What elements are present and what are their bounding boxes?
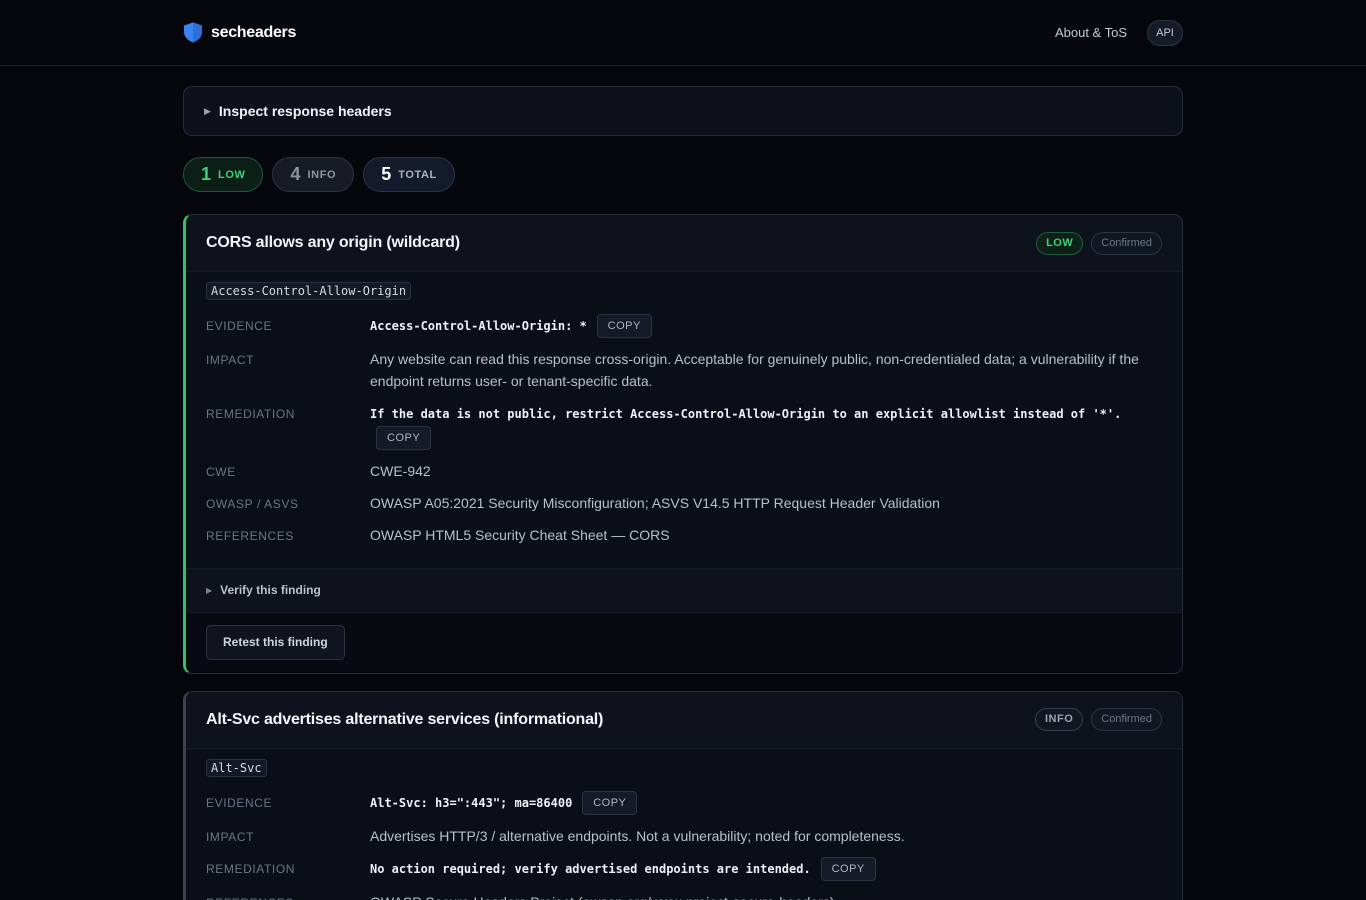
finding-card: Alt-Svc advertises alternative services … (183, 690, 1183, 900)
references-row: REFERENCES OWASP HTML5 Security Cheat Sh… (206, 524, 1162, 546)
remediation-value: If the data is not public, restrict Acce… (370, 402, 1162, 450)
finding-badges: INFO Confirmed (1034, 708, 1162, 732)
evidence-row: EVIDENCE Access-Control-Allow-Origin: * … (206, 314, 1162, 339)
copy-evidence-button[interactable]: COPY (596, 314, 652, 339)
api-button[interactable]: API (1147, 19, 1183, 46)
count-label: LOW (218, 168, 246, 181)
count-label: INFO (307, 168, 337, 181)
finding-card: CORS allows any origin (wildcard) LOW Co… (183, 214, 1183, 674)
severity-badge: LOW (1036, 231, 1084, 255)
header-name-tag: Access-Control-Allow-Origin (206, 282, 412, 300)
header-name-tag: Alt-Svc (206, 758, 267, 777)
count-total-pill[interactable]: 5 TOTAL (363, 157, 455, 192)
count-number: 1 (201, 164, 212, 184)
severity-counts: 1 LOW 4 INFO 5 TOTAL (183, 157, 1183, 192)
remediation-value: No action required; verify advertised en… (370, 857, 1162, 882)
references-row: REFERENCES OWASP Secure Headers Project … (206, 891, 1162, 900)
remediation-row: REMEDIATION No action required; verify a… (206, 857, 1162, 882)
inspect-headers-label: Inspect response headers (218, 103, 392, 119)
retest-footer: Retest this finding (186, 611, 1182, 673)
count-low-pill[interactable]: 1 LOW (183, 157, 264, 192)
references-link[interactable]: OWASP HTML5 Security Cheat Sheet — CORS (370, 524, 1162, 546)
finding-details: EVIDENCE Alt-Svc: h3=":443"; ma=86400 CO… (206, 790, 1162, 900)
caret-right-icon: ▶ (204, 105, 211, 116)
evidence-row: EVIDENCE Alt-Svc: h3=":443"; ma=86400 CO… (206, 790, 1162, 815)
remediation-text: If the data is not public, restrict Acce… (370, 407, 1122, 422)
references-label: REFERENCES (206, 891, 370, 900)
count-number: 5 (381, 164, 392, 184)
impact-text: Any website can read this response cross… (370, 351, 1139, 390)
about-tos-link[interactable]: About & ToS (1055, 25, 1127, 40)
cwe-row: CWE CWE-942 (206, 460, 1162, 482)
impact-row: IMPACT Any website can read this respons… (206, 348, 1162, 392)
count-label: TOTAL (398, 168, 437, 181)
finding-header: Alt-Svc advertises alternative services … (186, 691, 1182, 749)
evidence-label: EVIDENCE (206, 319, 273, 333)
impact-label: IMPACT (206, 353, 255, 368)
brand-name: secheaders (211, 23, 297, 41)
references-label: REFERENCES (206, 528, 295, 543)
caret-right-icon: ▶ (206, 585, 213, 595)
remediation-row: REMEDIATION If the data is not public, r… (206, 402, 1162, 450)
copy-evidence-button[interactable]: COPY (582, 790, 638, 815)
owasp-row: OWASP / ASVS OWASP A05:2021 Security Mis… (206, 492, 1162, 514)
top-nav: About & ToS API (1055, 19, 1183, 46)
finding-badges: LOW Confirmed (1036, 231, 1162, 255)
finding-header: CORS allows any origin (wildcard) LOW Co… (186, 215, 1182, 272)
copy-remediation-button[interactable]: COPY (820, 857, 876, 882)
finding-details: EVIDENCE Access-Control-Allow-Origin: * … (206, 314, 1162, 546)
evidence-text: Access-Control-Allow-Origin: * (370, 319, 587, 333)
finding-body: Alt-Svc EVIDENCE Alt-Svc: h3=":443"; ma=… (186, 749, 1182, 900)
retest-finding-button[interactable]: Retest this finding (206, 624, 345, 660)
impact-label: IMPACT (206, 829, 255, 844)
brand[interactable]: secheaders (183, 22, 296, 43)
references-link[interactable]: OWASP Secure Headers Project (owasp.org/… (370, 891, 1162, 900)
remediation-label: REMEDIATION (206, 407, 296, 422)
copy-remediation-button[interactable]: COPY (376, 425, 432, 450)
impact-text: Advertises HTTP/3 / alternative endpoint… (370, 827, 905, 844)
verify-finding-label: Verify this finding (220, 583, 321, 598)
remediation-text: No action required; verify advertised en… (370, 861, 811, 876)
count-info-pill[interactable]: 4 INFO (272, 157, 355, 192)
count-number: 4 (290, 164, 301, 184)
status-badge: Confirmed (1091, 708, 1162, 732)
evidence-value: Access-Control-Allow-Origin: * COPY (370, 314, 1162, 339)
shield-icon (184, 22, 202, 43)
evidence-text: Alt-Svc: h3=":443"; ma=86400 (370, 795, 573, 810)
verify-finding-toggle[interactable]: ▶ Verify this finding (186, 567, 1182, 612)
inspect-headers-toggle[interactable]: ▶ Inspect response headers (183, 86, 1183, 136)
impact-row: IMPACT Advertises HTTP/3 / alternative e… (206, 825, 1162, 847)
finding-body: Access-Control-Allow-Origin EVIDENCE Acc… (186, 272, 1182, 568)
cwe-value: CWE-942 (370, 462, 431, 479)
severity-badge: INFO (1034, 708, 1084, 732)
cwe-label: CWE (206, 464, 236, 479)
remediation-label: REMEDIATION (206, 861, 296, 876)
main-content: ▶ Inspect response headers 1 LOW 4 INFO … (183, 86, 1183, 900)
status-badge: Confirmed (1091, 231, 1162, 255)
finding-title: Alt-Svc advertises alternative services … (206, 710, 604, 728)
owasp-label: OWASP / ASVS (206, 496, 299, 511)
owasp-value: OWASP A05:2021 Security Misconfiguration… (370, 494, 940, 511)
top-bar: secheaders About & ToS API (0, 0, 1366, 66)
evidence-value: Alt-Svc: h3=":443"; ma=86400 COPY (370, 790, 1162, 815)
evidence-label: EVIDENCE (206, 795, 273, 810)
finding-title: CORS allows any origin (wildcard) (206, 234, 460, 251)
